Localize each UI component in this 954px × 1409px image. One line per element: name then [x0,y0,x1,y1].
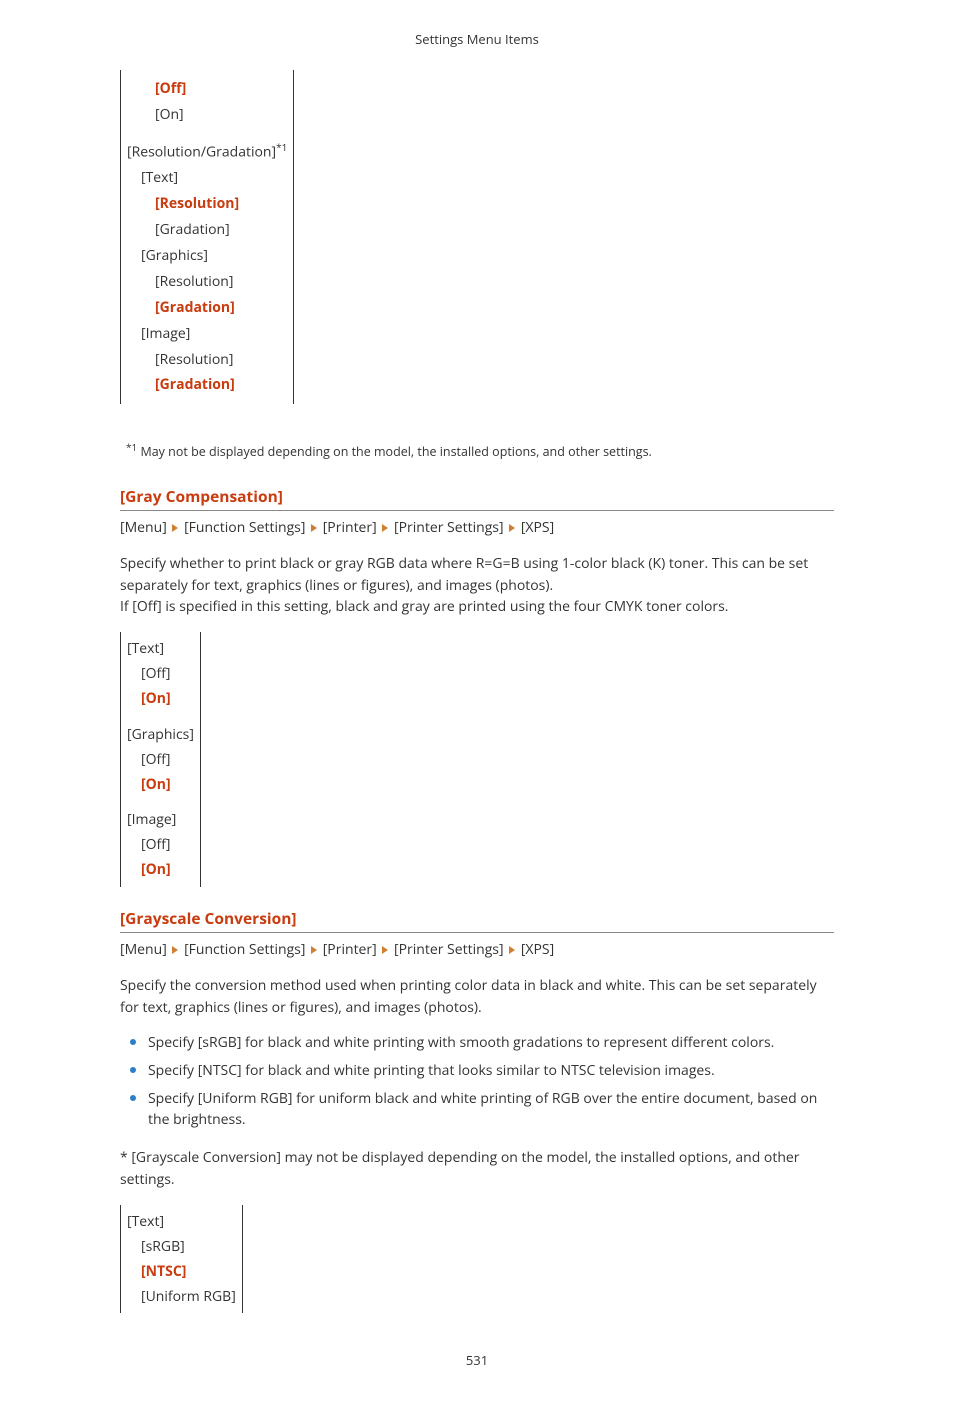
option-off: [Off] [127,832,194,857]
breadcrumb-item: [Function Settings] [184,940,305,959]
option-resolution: [Resolution] [127,347,287,373]
grayscale-bullet-list: Specify [sRGB] for black and white print… [130,1032,834,1131]
paragraph-text: If [Off] is specified in this setting, b… [120,597,728,616]
option-gradation: [Gradation] [127,217,287,243]
chevron-right-icon [309,523,319,533]
breadcrumb-item: [Printer Settings] [394,940,504,959]
group-label-image: [Image] [127,321,287,347]
chevron-right-icon [380,945,390,955]
setting-heading-text: [Resolution/Gradation] [127,142,276,161]
option-on: [On] [127,686,194,711]
option-on: [On] [127,857,194,882]
option-on: [On] [127,102,287,128]
settings-box-grayscale-conversion: [Text] [sRGB] [NTSC] [Uniform RGB] [120,1205,243,1314]
gray-comp-description: Specify whether to print black or gray R… [120,553,834,618]
option-ntsc: [NTSC] [127,1259,236,1284]
chevron-right-icon [170,523,180,533]
option-resolution: [Resolution] [127,269,287,295]
breadcrumb-gray-compensation: [Menu] [Function Settings] [Printer] [Pr… [120,517,834,539]
footnote-ref: *1 [276,140,287,154]
section-heading-gray-compensation: [Gray Compensation] [120,485,834,511]
option-resolution: [Resolution] [127,191,287,217]
group-label-graphics: [Graphics] [127,722,194,747]
option-gradation: [Gradation] [127,295,287,321]
group-label-image: [Image] [127,807,194,832]
page-number: 531 [120,1351,834,1369]
breadcrumb-item: [Printer] [323,518,377,537]
chevron-right-icon [507,945,517,955]
page-header-title: Settings Menu Items [120,30,834,48]
option-gradation: [Gradation] [127,372,287,398]
footnote-marker: *1 [126,440,137,454]
option-srgb: [sRGB] [127,1234,236,1259]
breadcrumb-item: [Function Settings] [184,518,305,537]
breadcrumb-item: [Menu] [120,518,167,537]
chevron-right-icon [309,945,319,955]
option-off: [Off] [127,661,194,686]
option-on: [On] [127,772,194,797]
settings-box-resolution-gradation: [Off] [On] [Resolution/Gradation]*1 [Tex… [120,70,294,404]
list-item: Specify [Uniform RGB] for uniform black … [130,1088,834,1131]
option-off: [Off] [127,747,194,772]
footnote-1: *1 May not be displayed depending on the… [126,440,834,460]
section-heading-grayscale-conversion: [Grayscale Conversion] [120,907,834,933]
breadcrumb-item: [XPS] [521,940,554,959]
paragraph-text: Specify whether to print black or gray R… [120,554,808,595]
option-off: [Off] [127,76,287,102]
list-item: Specify [NTSC] for black and white print… [130,1060,834,1082]
chevron-right-icon [380,523,390,533]
breadcrumb-grayscale-conversion: [Menu] [Function Settings] [Printer] [Pr… [120,939,834,961]
grayscale-description: Specify the conversion method used when … [120,975,834,1018]
list-item: Specify [sRGB] for black and white print… [130,1032,834,1054]
setting-resolution-gradation-heading: [Resolution/Gradation]*1 [127,138,287,166]
breadcrumb-item: [Printer Settings] [394,518,504,537]
breadcrumb-item: [XPS] [521,518,554,537]
group-label-text: [Text] [127,636,194,661]
chevron-right-icon [170,945,180,955]
chevron-right-icon [507,523,517,533]
group-label-text: [Text] [127,165,287,191]
option-uniform-rgb: [Uniform RGB] [127,1284,236,1309]
breadcrumb-item: [Menu] [120,940,167,959]
footnote-text: May not be displayed depending on the mo… [137,444,652,461]
breadcrumb-item: [Printer] [323,940,377,959]
group-label-text: [Text] [127,1209,236,1234]
group-label-graphics: [Graphics] [127,243,287,269]
grayscale-note: * [Grayscale Conversion] may not be disp… [120,1147,834,1190]
settings-box-gray-compensation: [Text] [Off] [On] [Graphics] [Off] [On] … [120,632,201,887]
